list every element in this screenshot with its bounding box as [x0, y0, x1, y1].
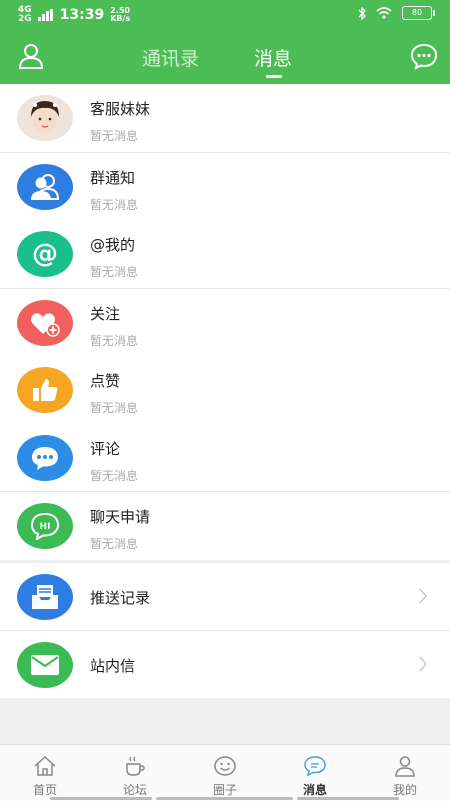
group-icon	[17, 163, 73, 210]
hi-bubble-icon: HI	[17, 503, 73, 549]
item-subtitle: 暂无消息	[90, 537, 139, 551]
item-title: 推送记录	[90, 588, 151, 607]
wifi-icon	[376, 7, 392, 19]
item-subtitle: 暂无消息	[90, 468, 139, 483]
message-icon	[304, 756, 326, 777]
app-header: 4G 2G 13:39 2.50 KB/s 80 通讯录 消息	[0, 0, 450, 84]
bluetooth-icon	[358, 6, 366, 20]
list-item-push-history[interactable]: 推送记录	[0, 562, 450, 630]
tab-contacts[interactable]: 通讯录	[142, 44, 199, 71]
list-item-follows[interactable]: 关注 暂无消息	[0, 288, 450, 356]
list-item-likes[interactable]: 点赞 暂无消息	[0, 356, 450, 424]
avatar-photo	[17, 95, 73, 141]
item-title: 群通知	[90, 168, 136, 187]
item-subtitle: 暂无消息	[90, 401, 139, 415]
list-item-customer-service[interactable]: 客服妹妹 暂无消息	[0, 84, 450, 152]
at-icon: @	[17, 231, 73, 277]
nav-label: 首页	[32, 783, 57, 797]
user-icon[interactable]	[17, 42, 45, 70]
item-title: 点赞	[90, 372, 121, 390]
item-title: 聊天申请	[90, 508, 151, 526]
coffee-icon	[126, 756, 145, 776]
bottom-nav: 首页 论坛 圈子 消息 我的	[0, 744, 450, 801]
item-title: 评论	[90, 439, 121, 458]
item-subtitle: 暂无消息	[90, 333, 139, 348]
signal-icon	[37, 9, 53, 21]
avatar	[17, 95, 73, 141]
clock: 13:39	[59, 7, 105, 23]
person-icon	[395, 756, 415, 777]
heart-plus-icon	[17, 299, 73, 346]
nav-messages[interactable]: 消息	[270, 745, 360, 801]
nav-mine[interactable]: 我的	[360, 745, 450, 801]
active-tab-indicator	[266, 75, 282, 78]
battery-icon: 80	[402, 6, 435, 20]
nav-label: 消息	[302, 783, 327, 797]
status-left: 4G 2G 13:39 2.50 KB/s	[18, 6, 130, 24]
item-title: 客服妹妹	[90, 100, 151, 118]
home-icon	[34, 755, 56, 776]
item-subtitle: 暂无消息	[90, 129, 139, 143]
battery-level: 80	[411, 8, 423, 17]
top-nav: 通讯录 消息	[0, 28, 450, 84]
list-item-inbox-mail[interactable]: 站内信	[0, 630, 450, 698]
tab-messages[interactable]: 消息	[254, 44, 292, 71]
list-item-comments[interactable]: 评论 暂无消息	[0, 423, 450, 491]
list-item-chat-requests[interactable]: HI 聊天申请 暂无消息	[0, 492, 450, 560]
nav-forum[interactable]: 论坛	[90, 745, 180, 801]
list-item-mentions[interactable]: @ @我的 暂无消息	[0, 220, 450, 288]
thumbs-up-icon	[17, 367, 73, 413]
status-bar: 4G 2G 13:39 2.50 KB/s 80	[0, 0, 450, 28]
status-right: 80	[358, 6, 435, 20]
item-subtitle: 暂无消息	[90, 265, 139, 279]
nav-circle[interactable]: 圈子	[180, 745, 270, 801]
nav-label: 我的	[392, 783, 417, 797]
net-speed-unit: KB/s	[110, 14, 131, 23]
chevron-right-icon	[419, 588, 427, 603]
message-list: 客服妹妹 暂无消息 群通知 暂无消息 @ @我的 暂无消息 关注 暂无消息 点赞…	[0, 84, 450, 698]
item-title: 关注	[90, 304, 121, 323]
comment-icon	[17, 434, 73, 481]
inbox-icon	[17, 573, 73, 620]
nav-label: 圈子	[212, 783, 237, 797]
item-title: @我的	[90, 236, 136, 254]
item-subtitle: 暂无消息	[90, 197, 139, 212]
item-title: 站内信	[90, 656, 136, 675]
list-item-group-notice[interactable]: 群通知 暂无消息	[0, 152, 450, 220]
network-indicator: 4G 2G	[18, 6, 32, 24]
svg-text:@: @	[32, 239, 58, 269]
chevron-right-icon	[419, 656, 427, 671]
svg-text:HI: HI	[40, 522, 51, 532]
net-speed: 2.50 KB/s	[110, 7, 130, 23]
chat-bubble-icon[interactable]	[410, 42, 438, 70]
mail-icon	[17, 641, 73, 688]
nav-label: 论坛	[122, 783, 147, 797]
network2-label: 2G	[18, 14, 32, 24]
nav-home[interactable]: 首页	[0, 745, 90, 801]
smile-icon	[214, 756, 236, 776]
